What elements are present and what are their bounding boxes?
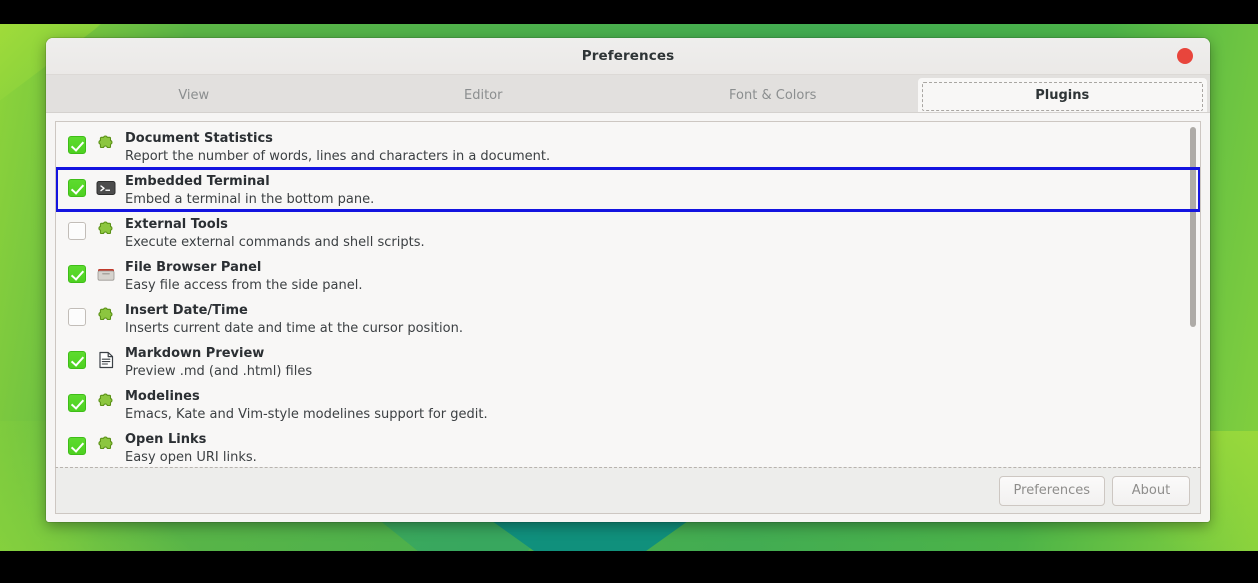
plugin-name: File Browser Panel [125, 260, 262, 275]
plugin-description: Easy open URI links. [125, 450, 257, 465]
plugin-description: Preview .md (and .html) files [125, 364, 313, 379]
plugin-row[interactable]: File Browser Panel Easy file access from … [56, 254, 1200, 297]
plugin-row[interactable]: Document Statistics Report the number of … [56, 125, 1200, 168]
window-titlebar: Preferences [46, 38, 1210, 75]
plugin-description: Emacs, Kate and Vim-style modelines supp… [125, 407, 488, 422]
document-icon [96, 350, 116, 370]
plugin-description: Report the number of words, lines and ch… [125, 149, 551, 164]
plugin-row[interactable]: Embedded Terminal Embed a terminal in the… [56, 167, 1200, 212]
plugin-text: Embedded Terminal Embed a terminal in the… [125, 170, 374, 209]
plugin-description: Execute external commands and shell scri… [125, 235, 425, 250]
tab-view[interactable]: View [49, 78, 339, 112]
tab-plugins-label: Plugins [1035, 87, 1090, 103]
plugin-action-bar: Preferences About [55, 467, 1201, 514]
puzzle-piece-icon [96, 307, 116, 327]
plugin-list[interactable]: Document Statistics Report the number of … [56, 122, 1200, 467]
window-title: Preferences [581, 48, 675, 64]
puzzle-piece-icon [96, 135, 116, 155]
puzzle-piece-icon [96, 393, 116, 413]
plugin-enable-checkbox[interactable] [68, 222, 86, 240]
plugin-text: Open Links Easy open URI links. [125, 428, 257, 467]
plugin-name: Open Links [125, 432, 207, 447]
plugin-name: Markdown Preview [125, 346, 265, 361]
plugin-text: Document Statistics Report the number of … [125, 127, 550, 166]
plugin-enable-checkbox[interactable] [68, 136, 86, 154]
plugin-description: Inserts current date and time at the cur… [125, 321, 463, 336]
plugin-row[interactable]: Markdown Preview Preview .md (and .html) … [56, 340, 1200, 383]
plugin-row[interactable]: External Tools Execute external commands … [56, 211, 1200, 254]
plugin-enable-checkbox[interactable] [68, 308, 86, 326]
file-browser-icon [96, 264, 116, 284]
plugin-row[interactable]: Open Links Easy open URI links. [56, 426, 1200, 467]
plugin-text: Insert Date/Time Inserts current date and… [125, 299, 463, 338]
plugin-name: Embedded Terminal [125, 174, 270, 189]
plugin-text: External Tools Execute external commands … [125, 213, 425, 252]
tab-plugins[interactable]: Plugins [917, 78, 1207, 112]
plugin-list-frame: Document Statistics Report the number of … [55, 121, 1201, 467]
puzzle-piece-icon [96, 221, 116, 241]
scrollbar-thumb[interactable] [1190, 127, 1196, 327]
preferences-window: Preferences View Editor Font & Colors Pl… [46, 38, 1210, 522]
plugins-pane: Document Statistics Report the number of … [46, 113, 1210, 522]
plugin-enable-checkbox[interactable] [68, 394, 86, 412]
preferences-tabbar: View Editor Font & Colors Plugins [46, 75, 1210, 113]
plugin-description: Embed a terminal in the bottom pane. [125, 192, 375, 207]
plugin-row[interactable]: Modelines Emacs, Kate and Vim-style model… [56, 383, 1200, 426]
plugin-about-button[interactable]: About [1112, 475, 1190, 506]
terminal-icon [96, 178, 116, 198]
puzzle-piece-icon [96, 436, 116, 456]
close-icon[interactable] [1177, 48, 1193, 64]
plugin-row[interactable]: Insert Date/Time Inserts current date and… [56, 297, 1200, 340]
plugin-name: Modelines [125, 389, 200, 404]
plugin-name: Insert Date/Time [125, 303, 248, 318]
tab-view-label: View [178, 87, 210, 103]
plugin-description: Easy file access from the side panel. [125, 278, 363, 293]
plugin-name: Document Statistics [125, 131, 273, 146]
plugin-text: Markdown Preview Preview .md (and .html) … [125, 342, 312, 381]
tab-editor[interactable]: Editor [339, 78, 629, 112]
plugin-preferences-button[interactable]: Preferences [998, 475, 1105, 506]
plugin-enable-checkbox[interactable] [68, 265, 86, 283]
plugin-text: File Browser Panel Easy file access from … [125, 256, 362, 295]
plugin-text: Modelines Emacs, Kate and Vim-style model… [125, 385, 488, 424]
plugin-enable-checkbox[interactable] [68, 351, 86, 369]
tab-font-and-colors-label: Font & Colors [729, 87, 817, 103]
plugin-enable-checkbox[interactable] [68, 437, 86, 455]
plugin-name: External Tools [125, 217, 228, 232]
tab-font-and-colors[interactable]: Font & Colors [628, 78, 918, 112]
window-bottom-spacer [55, 514, 1201, 522]
tab-editor-label: Editor [464, 87, 503, 103]
plugin-enable-checkbox[interactable] [68, 179, 86, 197]
